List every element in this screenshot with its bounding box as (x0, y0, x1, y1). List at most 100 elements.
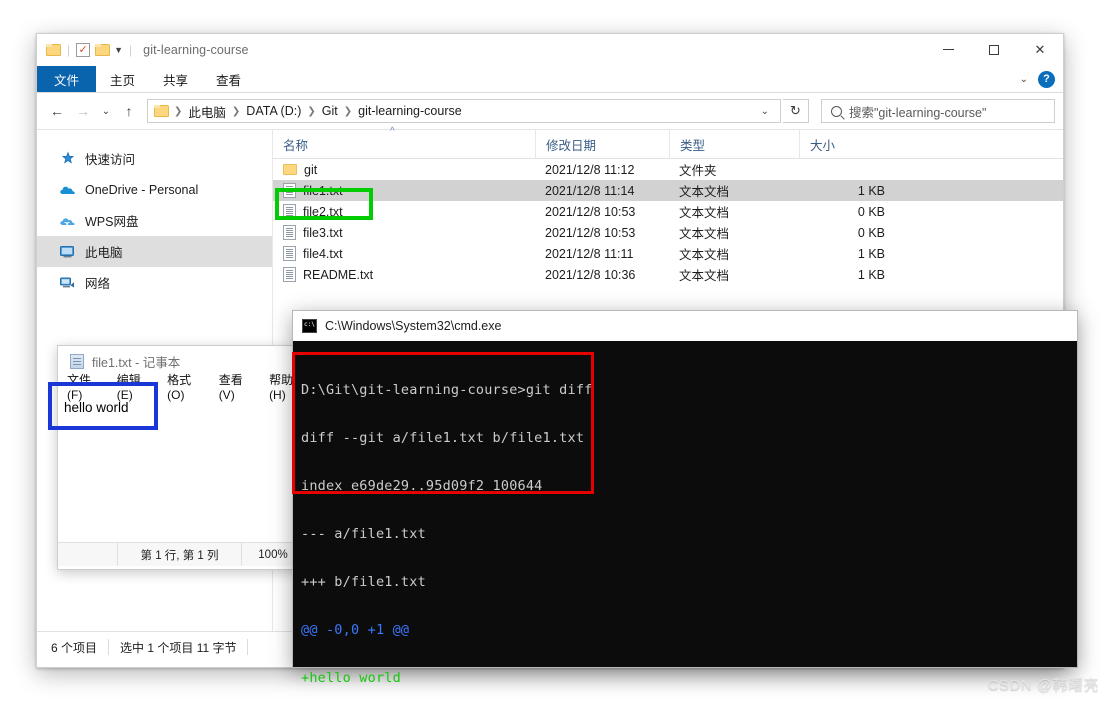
column-header-date[interactable]: 修改日期 (535, 130, 669, 158)
sidebar-item-wps-cloud[interactable]: WPS网盘 (37, 205, 272, 236)
sidebar-item-quick-access[interactable]: 快速访问 (37, 143, 272, 174)
notepad-status-blank (58, 543, 118, 566)
maximize-button[interactable] (971, 34, 1017, 65)
table-row[interactable]: file3.txt 2021/12/8 10:53 文本文档 0 KB (273, 222, 1063, 243)
menu-view[interactable]: 查看(V) (219, 371, 253, 402)
file-name-cell: README.txt (273, 267, 535, 282)
close-icon: ✕ (1034, 41, 1046, 57)
file-name-label: git (304, 162, 318, 177)
file-name-label: file4.txt (303, 246, 343, 261)
address-dropdown-chevron-icon[interactable]: ⌄ (754, 106, 776, 117)
file-name-cell: git (273, 163, 535, 177)
breadcrumb-separator: ❯ (231, 105, 241, 117)
file-date-cell: 2021/12/8 11:14 (545, 183, 635, 198)
folder-icon[interactable] (46, 44, 61, 56)
onedrive-cloud-icon (59, 182, 76, 198)
table-row[interactable]: file2.txt 2021/12/8 10:53 文本文档 0 KB (273, 201, 1063, 222)
column-header-label: 修改日期 (546, 138, 597, 153)
breadcrumb-separator: ❯ (174, 105, 183, 117)
back-button[interactable]: ← (45, 99, 69, 123)
table-row[interactable]: file4.txt 2021/12/8 11:11 文本文档 1 KB (273, 243, 1063, 264)
column-header-label: 名称 (283, 138, 309, 153)
tab-file[interactable]: 文件 (37, 66, 97, 92)
status-divider (108, 639, 110, 655)
minimize-button[interactable] (925, 34, 971, 65)
text-file-icon (283, 246, 296, 261)
file-name-label: file2.txt (303, 204, 343, 219)
file-name-label: README.txt (303, 267, 374, 282)
sidebar-item-label: 快速访问 (85, 153, 136, 167)
address-bar-row: ← → ⌄ ↑ ❯ 此电脑 ❯ DATA (D:) ❯ Git ❯ git-le… (37, 93, 1063, 129)
file-type-cell: 文本文档 (679, 269, 730, 283)
new-folder-icon[interactable] (95, 44, 111, 56)
up-button[interactable]: ↑ (117, 99, 141, 123)
sidebar-item-label: 网络 (85, 277, 111, 291)
tab-share[interactable]: 共享 (149, 66, 202, 92)
qat-divider: | (67, 43, 71, 57)
file-name-cell: file2.txt (273, 204, 535, 219)
breadcrumb-item-data-d[interactable]: DATA (D:) (242, 104, 305, 118)
network-icon (59, 275, 76, 291)
ribbon-tabs: 文件 主页 共享 查看 ⌄ ? (37, 66, 1063, 93)
column-headers: 名称 ^ 修改日期 类型 大小 (273, 126, 1063, 159)
cursor-position-label: 第 1 行, 第 1 列 (118, 543, 242, 566)
menu-file[interactable]: 文件(F) (67, 371, 101, 402)
breadcrumb-item-git[interactable]: Git (318, 104, 342, 118)
ribbon-expand-chevron-icon[interactable]: ⌄ (1016, 74, 1032, 85)
file-name-cell: file4.txt (273, 246, 535, 261)
menu-format[interactable]: 格式(O) (167, 371, 203, 402)
file-date-cell: 2021/12/8 11:11 (545, 246, 634, 261)
selection-info-label: 选中 1 个项目 11 字节 (120, 640, 237, 655)
notepad-window: file1.txt - 记事本 文件(F) 编辑(E) 格式(O) 查看(V) … (57, 345, 305, 570)
console-line-addition: +hello world (301, 670, 401, 686)
cmd-title-bar: C:\Windows\System32\cmd.exe (293, 311, 1077, 341)
breadcrumb-separator: ❯ (307, 105, 316, 117)
column-header-name[interactable]: 名称 ^ (273, 126, 535, 158)
refresh-button[interactable]: ↻ (783, 99, 809, 123)
notepad-title: file1.txt - 记事本 (92, 355, 181, 370)
table-row[interactable]: file1.txt 2021/12/8 11:14 文本文档 1 KB (273, 180, 1063, 201)
breadcrumb-item-this-pc[interactable]: 此电脑 (184, 102, 230, 121)
file-size-cell: 1 KB (857, 183, 885, 198)
console-line: --- a/file1.txt (301, 526, 426, 542)
file-size-cell: 0 KB (857, 204, 885, 219)
forward-button[interactable]: → (71, 99, 95, 123)
sidebar-item-onedrive[interactable]: OneDrive - Personal (37, 174, 272, 205)
sidebar-item-this-pc[interactable]: 此电脑 (37, 236, 272, 267)
text-file-icon (283, 204, 296, 219)
column-header-label: 大小 (810, 138, 836, 153)
file-name-label: file1.txt (303, 183, 343, 198)
help-icon[interactable]: ? (1038, 70, 1055, 88)
window-title: git-learning-course (143, 43, 249, 57)
window-controls: ✕ (925, 34, 1063, 65)
search-input[interactable]: 搜索"git-learning-course" (821, 99, 1055, 123)
notepad-icon (70, 353, 84, 369)
file-type-cell: 文本文档 (679, 248, 730, 262)
menu-edit[interactable]: 编辑(E) (117, 371, 151, 402)
ribbon-right-controls: ⌄ ? (1016, 66, 1059, 92)
file-name-label: file3.txt (303, 225, 343, 240)
tab-home[interactable]: 主页 (96, 66, 149, 92)
text-file-icon (283, 267, 296, 282)
column-header-type[interactable]: 类型 (669, 130, 799, 158)
address-bar[interactable]: ❯ 此电脑 ❯ DATA (D:) ❯ Git ❯ git-learning-c… (147, 99, 781, 123)
tab-view[interactable]: 查看 (202, 66, 255, 92)
sidebar-item-network[interactable]: 网络 (37, 267, 272, 298)
close-button[interactable]: ✕ (1017, 34, 1063, 65)
table-row[interactable]: git 2021/12/8 11:12 文件夹 (273, 159, 1063, 180)
notepad-text-area[interactable]: hello world (58, 397, 304, 542)
table-row[interactable]: README.txt 2021/12/8 10:36 文本文档 1 KB (273, 264, 1063, 285)
recent-locations-button[interactable]: ⌄ (97, 99, 115, 123)
text-file-icon (283, 183, 296, 198)
properties-icon[interactable]: ✓ (76, 43, 91, 57)
screenshot-root: | ✓ ▼ | git-learning-course ✕ 文件 主页 共享 查… (0, 0, 1111, 702)
cmd-console-output[interactable]: D:\Git\git-learning-course>git diff diff… (293, 341, 1077, 702)
file-date-cell: 2021/12/8 10:36 (545, 267, 636, 282)
chevron-down-icon[interactable]: ▼ (114, 45, 123, 55)
column-header-size[interactable]: 大小 (799, 130, 899, 158)
file-name-cell: file3.txt (273, 225, 535, 240)
console-line: diff --git a/file1.txt b/file1.txt (301, 430, 585, 446)
breadcrumb-item-git-learning-course[interactable]: git-learning-course (354, 104, 466, 118)
pin-star-icon (59, 151, 76, 167)
watermark: CSDN @韩曙亮 (987, 677, 1099, 694)
